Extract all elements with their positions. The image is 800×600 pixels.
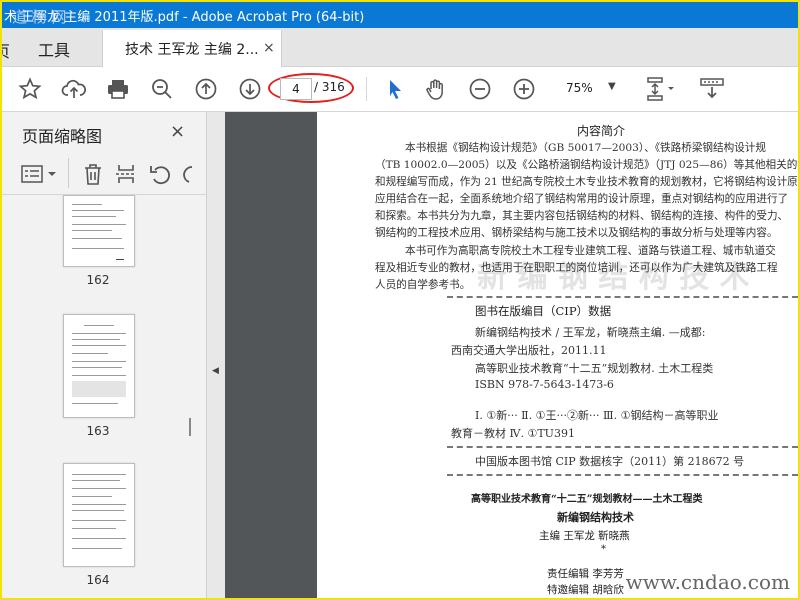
rotate-left-icon[interactable] [148,162,172,186]
page-number-input[interactable]: 4 [280,78,312,100]
pane-title: 页面缩略图 [22,127,103,146]
arrow-up-circle-icon[interactable] [192,75,220,103]
cloud-upload-icon[interactable] [60,75,88,103]
thumbnail-toolbar [2,154,206,195]
cip-heading: 图书在版编目（CIP）数据 [475,304,612,318]
separator-star: * [601,544,606,555]
chevron-left-icon: ◀ [212,366,219,376]
star-icon[interactable] [16,75,44,103]
site-watermark: www.cndao.com [625,570,790,594]
scrollbar-thumb[interactable] [189,418,191,436]
zoom-in-icon[interactable] [510,75,538,103]
rotate-right-icon[interactable] [180,162,194,186]
cip-core-number: 中国版本图书馆 CIP 数据核字（2011）第 218672 号 [475,455,745,468]
scroll-mode-icon[interactable] [698,75,726,103]
pdf-page: 新 编 钢 结 构 技 术 内容简介 本书根据《钢结构设计规范》（GB 5001… [317,112,798,598]
special-editor: 特邀编辑 胡晗欣 [547,584,624,596]
book-title: 新编钢结构技术 [557,511,634,524]
intro-title: 内容简介 [577,124,626,138]
close-icon[interactable]: × [263,40,275,56]
thumbnail-164[interactable] [63,463,135,567]
pane-collapse-toggle[interactable]: ◀ [207,112,225,598]
zoom-search-icon[interactable] [148,75,176,103]
split-page-icon[interactable] [114,162,138,186]
thumbnail-label: 163 [86,424,110,438]
tab-home[interactable]: 页 [2,28,28,66]
zoom-value: 75% [566,81,593,95]
title-bar: 术 王军龙 主编 2011年版.pdf - Adobe Acrobat Pro … [2,2,798,28]
thumbnail-label: 164 [86,573,110,587]
tab-home-label: 页 [2,38,10,62]
zoom-out-icon[interactable] [466,75,494,103]
document-view: ◀ 新 编 钢 结 构 技 术 内容简介 本书根据《钢结构设计规范》（GB 50… [207,112,798,598]
thumbnail-163[interactable] [63,314,135,418]
thumbnail-162[interactable] [63,195,135,267]
trash-icon[interactable] [82,162,104,186]
thumbnail-scrollbar[interactable] [186,196,194,596]
thumbnail-list: 162 163 164 [2,195,192,598]
toolbar-divider [366,77,367,101]
chevron-down-icon: ▼ [608,81,616,92]
page-total: / 316 [314,80,345,94]
dashed-divider [447,474,798,476]
tab-document[interactable]: 技术 王军龙 主编 2... × [102,30,282,68]
toolbar: 4 / 316 75% ▼ [2,67,798,112]
acrobat-window: 术 王军龙 主编 2011年版.pdf - Adobe Acrobat Pro … [0,0,800,600]
thumbnail-options-icon[interactable] [20,162,60,186]
tab-document-label: 技术 王军龙 主编 2... [125,42,259,58]
fit-page-icon[interactable] [642,75,678,103]
book-authors: 主编 王军龙 靳晓燕 [539,530,630,542]
top-watermark: 道 杨 网 [12,8,67,26]
thumbnail-label: 162 [86,273,110,287]
cursor-icon[interactable] [380,75,408,103]
series-name: 高等职业技术教育“十二五”规划教材——土木工程类 [471,494,703,505]
tab-tools-label: 工具 [38,41,71,60]
tab-tools[interactable]: 工具 [28,28,100,66]
tab-bar: 页 工具 技术 王军龙 主编 2... × [2,28,798,68]
dashed-divider [447,296,798,298]
thumbnail-toolbar-divider [68,158,69,188]
arrow-down-circle-icon[interactable] [236,75,264,103]
page-thumbnails-pane: 页面缩略图 × 162 163 164 [2,112,207,598]
zoom-select[interactable]: 75% ▼ [558,78,622,100]
dashed-divider [447,446,798,448]
printer-icon[interactable] [104,75,132,103]
hand-icon[interactable] [422,75,450,103]
responsible-editor: 责任编辑 李芳芳 [547,568,624,580]
close-icon[interactable]: × [170,121,185,142]
